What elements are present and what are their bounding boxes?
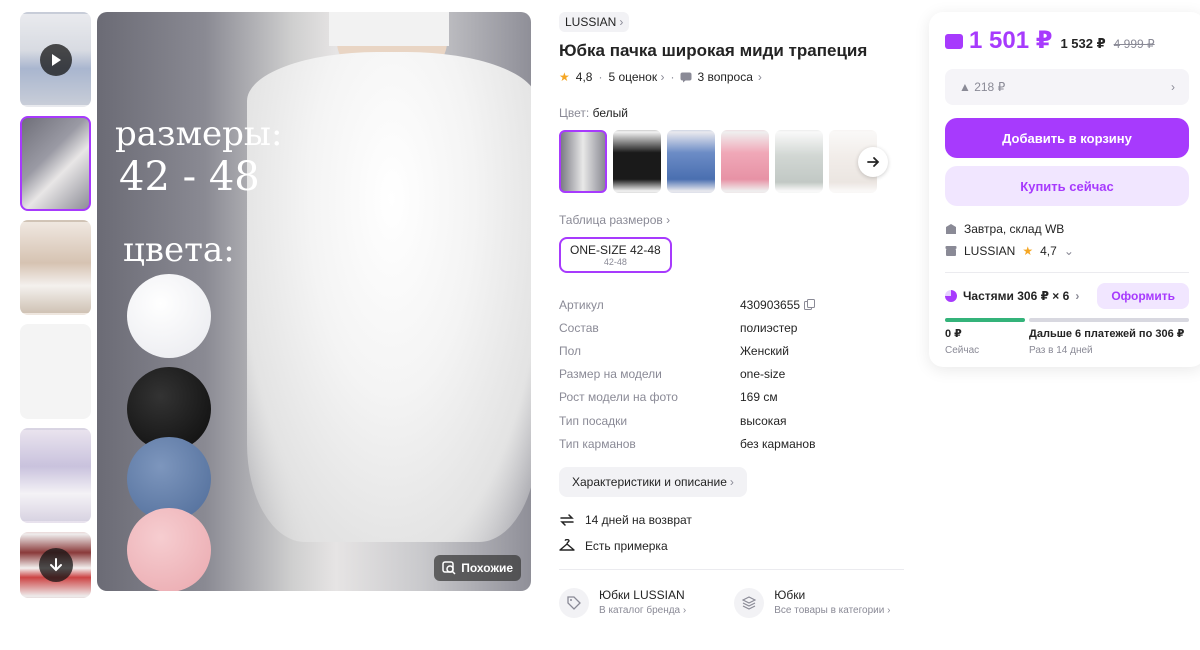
arrow-down-icon[interactable] [38,548,73,582]
variant-blue[interactable] [667,130,715,193]
reviews-count: 5 оценок [608,70,658,84]
price-alt: 1 532 ₽ [1060,36,1106,51]
brand-link[interactable]: LUSSIAN › [559,12,630,32]
thumbnail-selected[interactable] [20,116,91,211]
layers-icon [734,588,765,619]
fitting-info: Есть примерка [559,539,904,553]
warehouse-icon [945,223,957,235]
variant-black[interactable] [613,130,661,193]
spec-row: Тип карманов без карманов [559,436,816,451]
similar-button[interactable]: Похожие [434,555,521,581]
thumbnail[interactable] [20,220,91,315]
price-history-row[interactable]: ▲ 218 ₽ › [945,69,1189,105]
star-icon: ★ [559,70,570,84]
color-swatch-white [127,274,211,358]
chevron-right-icon: › [1171,80,1175,94]
skirt-image [247,52,531,542]
color-line: Цвет: белый [559,106,904,120]
installments-row: Частями 306 ₽ × 6 › Оформить [945,283,1189,309]
size-table-link[interactable]: Таблица размеров › [559,213,904,227]
spec-row: Размер на модели one-size [559,367,786,382]
installment-progress [945,318,1189,322]
size-option-selected[interactable]: ONE-SIZE 42-48 42-48 [559,237,672,273]
price-row: 1 501 ₽ 1 532 ₽ 4 999 ₽ [945,26,1189,55]
questions-link[interactable]: 3 вопроса › [680,70,762,84]
installments-icon [945,290,957,302]
tag-icon [559,588,589,619]
spec-row: Рост модели на фото 169 см [559,390,778,405]
copy-icon[interactable] [804,299,816,311]
progress-later [1029,318,1189,322]
variants-next-arrow-icon[interactable] [858,147,888,177]
delivery-info: Завтра, склад WB [945,222,1189,236]
question-icon [680,72,692,83]
product-title: Юбка пачка широкая миди трапеция [559,41,868,60]
seller-info[interactable]: LUSSIAN ★ 4,7 ⌄ [945,244,1189,258]
size-chip-sub: 42-48 [603,257,627,267]
chevron-down-icon: ⌄ [1063,244,1074,258]
size-chip-main: ONE-SIZE 42-48 [570,243,661,257]
variant-white[interactable] [559,130,607,193]
overlay-sizes-label: размеры: [115,114,283,154]
add-to-cart-button[interactable]: Добавить в корзину [945,118,1189,158]
hanger-icon [559,539,575,553]
return-icon [559,513,575,527]
overlay-sizes-value: 42 - 48 [119,154,260,200]
store-icon [945,245,957,257]
price-change: ▲ 218 ₽ [959,80,1006,94]
color-swatch-pink [127,508,211,591]
similar-label: Похожие [461,561,513,575]
color-value: белый [592,106,628,120]
color-variants [559,130,904,193]
rating-row: ★ 4,8 · 5 оценок › · 3 вопроса › [559,70,904,84]
spec-row: Состав полиэстер [559,320,798,335]
wallet-icon [945,34,963,49]
installments-link[interactable]: Частями 306 ₽ × 6 › [945,289,1079,303]
order-installments-button[interactable]: Оформить [1097,283,1189,309]
play-icon[interactable] [39,43,72,76]
progress-now [945,318,1025,322]
color-label: Цвет: [559,106,590,120]
model-top [329,12,449,46]
variant-pink[interactable] [721,130,769,193]
thumbnail[interactable] [20,324,91,419]
return-info: 14 дней на возврат [559,513,904,527]
thumbnail-video[interactable] [20,12,91,107]
payment-schedule: 0 ₽ Сейчас Дальше 6 платежей по 306 ₽ Ра… [945,328,1185,356]
price-main: 1 501 ₽ [945,26,1052,55]
price-old: 4 999 ₽ [1113,37,1155,51]
divider [945,272,1189,273]
price-card: 1 501 ₽ 1 532 ₽ 4 999 ₽ ▲ 218 ₽ › Добави… [929,12,1200,367]
divider [559,569,904,571]
specs-table: Артикул 430903655 Состав полиэстер Пол Жен… [559,293,904,455]
spec-row: Артикул 430903655 [559,293,904,316]
brand-catalog-link[interactable]: Юбки LUSSIAN В каталог бренда › [559,588,686,619]
thumbnail[interactable] [20,532,91,598]
spec-row: Тип посадки высокая [559,413,787,428]
thumbnail-list [20,12,92,598]
overlay-colors-label: цвета: [123,230,235,270]
star-icon: ★ [1022,244,1034,258]
thumbnail[interactable] [20,428,91,523]
brand-name: LUSSIAN [565,15,617,29]
chevron-right-icon: › [619,15,624,29]
spec-row: Пол Женский [559,343,789,358]
related-links: Юбки LUSSIAN В каталог бренда › Юбки Все… [559,588,904,619]
separator-dot: · [598,70,603,84]
separator-dot: · [670,70,675,84]
variant-gray[interactable] [775,130,823,193]
reviews-link[interactable]: 5 оценок › [608,70,664,84]
search-similar-icon [442,561,456,575]
rating-value: 4,8 [575,70,593,84]
buy-now-button[interactable]: Купить сейчас [945,166,1189,206]
questions-count: 3 вопроса [697,70,753,84]
description-button[interactable]: Характеристики и описание › [559,467,747,498]
product-info: LUSSIAN › Юбка пачка широкая миди трапец… [559,12,904,619]
main-product-image[interactable]: размеры: 42 - 48 цвета: Похожие [97,12,531,591]
category-link[interactable]: Юбки Все товары в категории › [734,588,890,619]
